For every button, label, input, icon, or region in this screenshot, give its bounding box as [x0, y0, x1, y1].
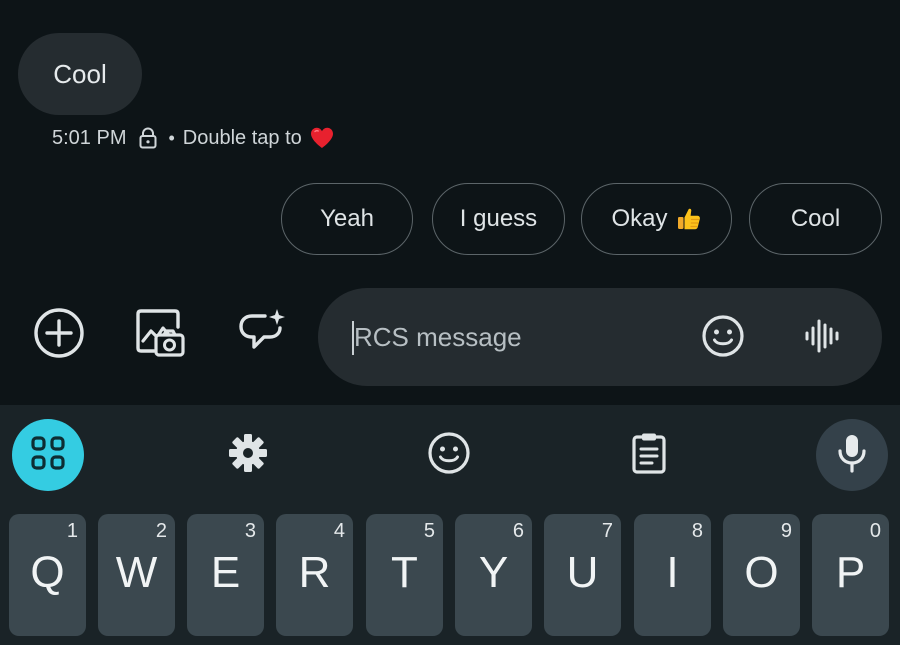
- keyboard-emoji-button[interactable]: [413, 419, 485, 491]
- microphone-icon: [835, 433, 869, 478]
- key-letter: Y: [478, 548, 509, 597]
- key-number-hint: 8: [691, 520, 703, 542]
- compose-placeholder: RCS message: [354, 322, 522, 352]
- smart-reply-i-guess[interactable]: I guess: [432, 183, 565, 255]
- emoji-button[interactable]: [700, 314, 746, 363]
- key-number-hint: 0: [869, 520, 881, 542]
- key-number-hint: 1: [66, 520, 78, 542]
- key-p[interactable]: 0 P: [812, 514, 889, 636]
- smart-reply-label: Yeah: [320, 205, 374, 232]
- key-e[interactable]: 3 E: [187, 514, 264, 636]
- keyboard-apps-button[interactable]: [12, 419, 84, 491]
- key-letter: Q: [30, 548, 65, 597]
- red-heart-icon: [309, 126, 335, 150]
- emoji-icon: [427, 431, 471, 480]
- key-number-hint: 5: [423, 520, 435, 542]
- key-number-hint: 2: [155, 520, 167, 542]
- key-number-hint: 7: [601, 520, 613, 542]
- meta-separator: •: [168, 127, 175, 148]
- reaction-hint: Double tap to: [182, 126, 302, 149]
- smart-reply-label: Cool: [790, 205, 841, 232]
- message-compose-field[interactable]: RCS message: [318, 288, 882, 386]
- incoming-message-bubble[interactable]: Cool: [18, 33, 142, 115]
- key-w[interactable]: 2 W: [98, 514, 175, 636]
- smart-reply-label: Okay: [611, 205, 668, 232]
- gear-icon: [227, 432, 269, 479]
- emoji-icon: [701, 314, 745, 363]
- messages-screen: Cool 5:01 PM • Double tap to Yeah I gues…: [0, 0, 900, 405]
- lock-icon: [138, 127, 158, 149]
- key-r[interactable]: 4 R: [276, 514, 353, 636]
- voice-waveform-icon: [803, 316, 843, 361]
- key-number-hint: 9: [780, 520, 792, 542]
- key-letter: E: [210, 548, 241, 597]
- smart-reply-cool[interactable]: Cool: [749, 183, 882, 255]
- key-letter: U: [566, 548, 599, 597]
- key-letter: P: [835, 548, 866, 597]
- add-button[interactable]: [29, 305, 89, 365]
- sparkle-chat-icon: [234, 305, 290, 366]
- key-u[interactable]: 7 U: [544, 514, 621, 636]
- message-timestamp: 5:01 PM: [52, 126, 127, 149]
- key-letter: W: [115, 548, 158, 597]
- key-q[interactable]: 1 Q: [9, 514, 86, 636]
- key-letter: I: [666, 548, 679, 597]
- key-letter: T: [391, 548, 418, 597]
- key-t[interactable]: 5 T: [366, 514, 443, 636]
- key-number-hint: 6: [512, 520, 524, 542]
- smart-reply-label: I guess: [459, 205, 538, 232]
- smart-reply-okay[interactable]: Okay: [581, 183, 732, 255]
- apps-grid-icon: [30, 435, 66, 476]
- keyboard-settings-button[interactable]: [212, 419, 284, 491]
- key-number-hint: 3: [244, 520, 256, 542]
- keyboard-clipboard-button[interactable]: [613, 419, 685, 491]
- thumbs-up-icon: [676, 206, 702, 232]
- keyboard: 1 Q 2 W 3 E 4 R 5 T 6 Y 7 U 8 I 9 O 0 P: [0, 405, 900, 645]
- gallery-button[interactable]: [130, 305, 190, 365]
- gallery-camera-icon: [132, 305, 188, 366]
- key-letter: R: [298, 548, 331, 597]
- magic-compose-button[interactable]: [232, 305, 292, 365]
- smart-reply-yeah[interactable]: Yeah: [281, 183, 413, 255]
- key-letter: O: [744, 548, 779, 597]
- keyboard-voice-input-button[interactable]: [816, 419, 888, 491]
- message-meta: 5:01 PM • Double tap to: [52, 124, 335, 152]
- message-text: Cool: [53, 58, 107, 89]
- key-i[interactable]: 8 I: [634, 514, 711, 636]
- voice-message-button[interactable]: [800, 315, 846, 361]
- clipboard-icon: [629, 431, 669, 480]
- key-number-hint: 4: [333, 520, 345, 542]
- add-icon: [32, 306, 86, 365]
- key-y[interactable]: 6 Y: [455, 514, 532, 636]
- key-o[interactable]: 9 O: [723, 514, 800, 636]
